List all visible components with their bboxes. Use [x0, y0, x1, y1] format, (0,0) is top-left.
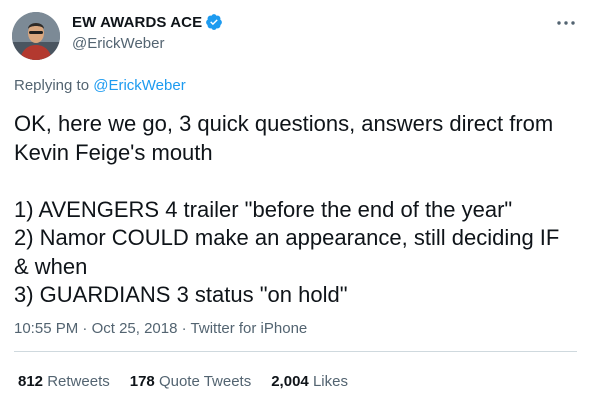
- tweet-line: & when: [14, 253, 88, 279]
- quotes-count: 178: [129, 373, 159, 390]
- meta-separator: ·: [82, 320, 92, 337]
- tweet-line: 2) Namor COULD make an appearance, still…: [14, 225, 560, 250]
- more-options-icon[interactable]: [555, 16, 577, 30]
- avatar-photo: [12, 12, 60, 60]
- retweets-label: Retweets: [47, 373, 110, 390]
- author-handle[interactable]: @ErickWeber: [72, 35, 223, 52]
- tweet-line: 3) GUARDIANS 3 status "on hold": [14, 282, 348, 307]
- likes-count: 2,004: [271, 373, 313, 390]
- quotes-stat[interactable]: 178 Quote Tweets: [130, 373, 251, 390]
- author-block: EW AWARDS ACE @ErickWeber: [72, 12, 223, 52]
- author-display-name[interactable]: EW AWARDS ACE: [72, 14, 202, 31]
- tweet-line: 1) AVENGERS 4 trailer "before the end of…: [14, 196, 513, 222]
- tweet-line: Kevin Feige's mouth: [14, 139, 213, 165]
- divider: [14, 351, 577, 352]
- author-name-row: EW AWARDS ACE: [72, 12, 223, 32]
- tweet-meta: 10:55 PM · Oct 25, 2018 · Twitter for iP…: [14, 320, 307, 337]
- retweets-count: 812: [18, 373, 48, 390]
- meta-separator: ·: [181, 320, 191, 337]
- avatar[interactable]: [12, 12, 60, 60]
- retweets-stat[interactable]: 812 Retweets: [18, 373, 110, 390]
- tweet-stats: 812 Retweets 178 Quote Tweets 2,004 Like…: [18, 373, 368, 390]
- verified-badge-icon: [206, 14, 223, 30]
- replying-to-handle-link[interactable]: @ErickWeber: [93, 77, 185, 94]
- likes-label: Likes: [312, 373, 348, 390]
- tweet-line: OK, here we go, 3 quick questions, answe…: [14, 111, 554, 136]
- tweet-card: EW AWARDS ACE @ErickWeber Replying to @E…: [0, 0, 591, 403]
- tweet-time[interactable]: 10:55 PM: [14, 320, 78, 337]
- tweet-source[interactable]: Twitter for iPhone: [191, 320, 308, 337]
- tweet-date[interactable]: Oct 25, 2018: [92, 320, 178, 337]
- quotes-label: Quote Tweets: [158, 373, 252, 390]
- replying-to: Replying to @ErickWeber: [14, 77, 186, 94]
- tweet-text: OK, here we go, 3 quick questions, answe…: [14, 110, 580, 310]
- replying-to-prefix: Replying to: [14, 77, 90, 94]
- likes-stat[interactable]: 2,004 Likes: [271, 373, 348, 390]
